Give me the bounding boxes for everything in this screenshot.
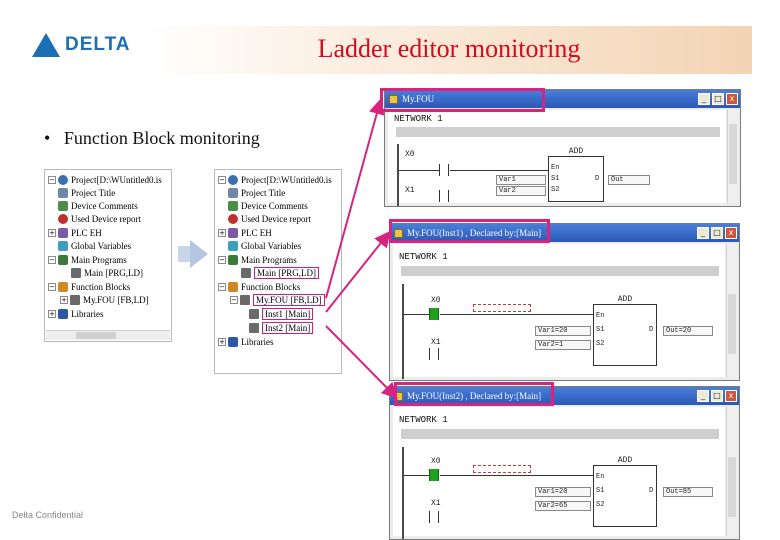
connector-arrows	[325, 98, 398, 399]
arrow-to-myfou	[325, 98, 385, 299]
arrow-to-inst1	[325, 230, 391, 313]
arrow-to-inst2	[325, 325, 398, 399]
